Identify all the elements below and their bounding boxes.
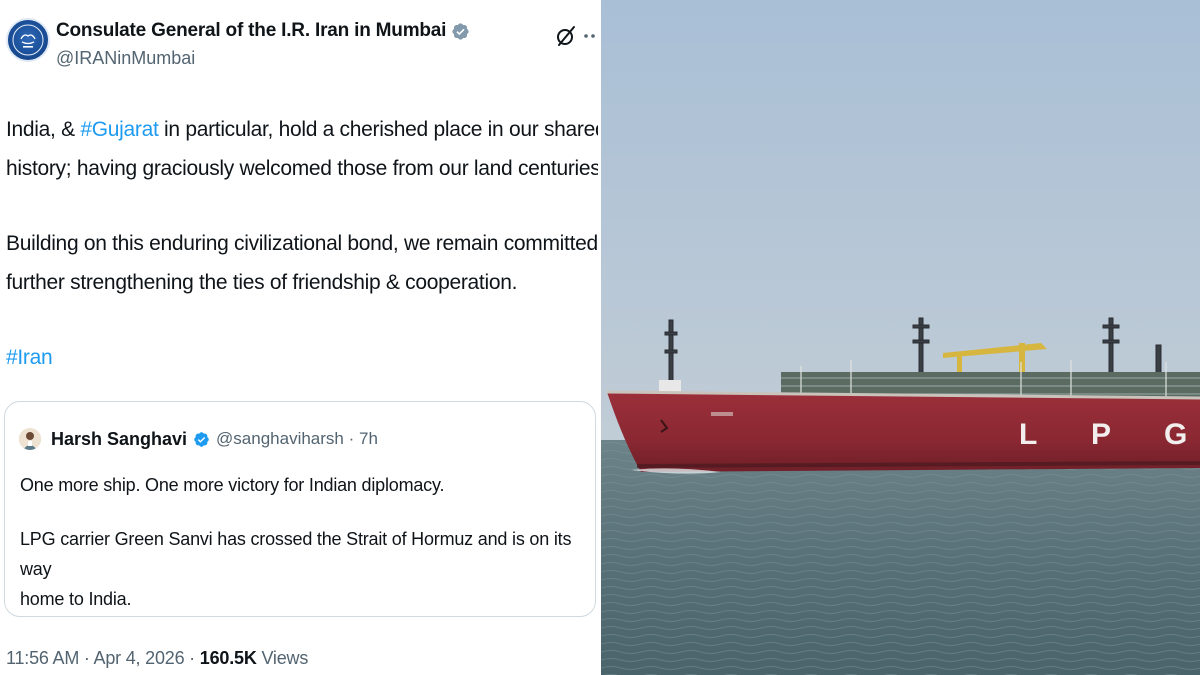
lpg-tanker-photo: L P G: [601, 0, 1200, 675]
hashtag-gujarat-link[interactable]: #Gujarat: [80, 118, 158, 141]
verified-badge-icon: [194, 431, 209, 447]
tweet-header: Consulate General of the I.R. Iran in Mu…: [6, 16, 602, 86]
tweet-body: India, & #Gujarat in particular, hold a …: [6, 110, 646, 377]
tweet-para2-line2: further strengthening the ties of friend…: [6, 271, 518, 294]
quoted-author-name[interactable]: Harsh Sanghavi: [51, 429, 187, 450]
views-count: 160.5K: [199, 648, 257, 668]
hull-letter-g: G: [1164, 418, 1187, 451]
tweet-para2-line1: Building on this enduring civilizational…: [6, 232, 621, 255]
quoted-tweet-header: Harsh Sanghavi @sanghaviharsh · 7h: [19, 428, 378, 450]
tweet-para1-line2: history; having graciously welcomed thos…: [6, 157, 646, 180]
hull-name-plate: [711, 412, 733, 416]
author-names: Consulate General of the I.R. Iran in Mu…: [56, 20, 470, 69]
tweet-text-segment: India, &: [6, 118, 81, 141]
quoted-tweet[interactable]: Harsh Sanghavi @sanghaviharsh · 7h One m…: [4, 401, 596, 617]
tweet-card: Consulate General of the I.R. Iran in Mu…: [0, 0, 646, 675]
quoted-tweet-body: One more ship. One more victory for Indi…: [20, 470, 580, 614]
author-avatar[interactable]: [6, 18, 50, 62]
quoted-text-line1: One more ship. One more victory for Indi…: [20, 475, 445, 495]
person-avatar-icon: [19, 428, 41, 450]
tweet-metadata: 11:56 AM · Apr 4, 2026 · 160.5K Views: [6, 648, 308, 669]
quoted-author-avatar[interactable]: [19, 428, 41, 450]
hull-letter-p: P: [1091, 418, 1111, 451]
ship-photo-illustration: L P G: [601, 0, 1200, 675]
tweet-text-segment: in particular, hold a cherished place in…: [158, 118, 607, 141]
sea-waves: [601, 440, 1200, 675]
quoted-text-line2b: home to India.: [20, 589, 132, 609]
hull-letter-l: L: [1019, 418, 1037, 451]
quoted-text-line2a: LPG carrier Green Sanvi has crossed the …: [20, 529, 572, 579]
consulate-emblem-icon: [12, 24, 44, 56]
tweet-timestamp[interactable]: 11:56 AM · Apr 4, 2026 ·: [6, 648, 200, 668]
tweet-para1-line1: India, & #Gujarat in particular, hold a …: [6, 110, 607, 149]
author-display-name[interactable]: Consulate General of the I.R. Iran in Mu…: [56, 20, 446, 42]
verified-badge-icon: [452, 22, 469, 40]
grok-icon[interactable]: [554, 24, 578, 48]
ship-hull: [607, 392, 1200, 472]
views-label: Views: [256, 648, 309, 668]
hashtag-iran-link[interactable]: #Iran: [6, 346, 53, 369]
quoted-author-handle-time[interactable]: @sanghaviharsh · 7h: [216, 429, 378, 449]
display-name-row: Consulate General of the I.R. Iran in Mu…: [56, 20, 470, 42]
author-handle[interactable]: @IRANinMumbai: [56, 48, 470, 69]
